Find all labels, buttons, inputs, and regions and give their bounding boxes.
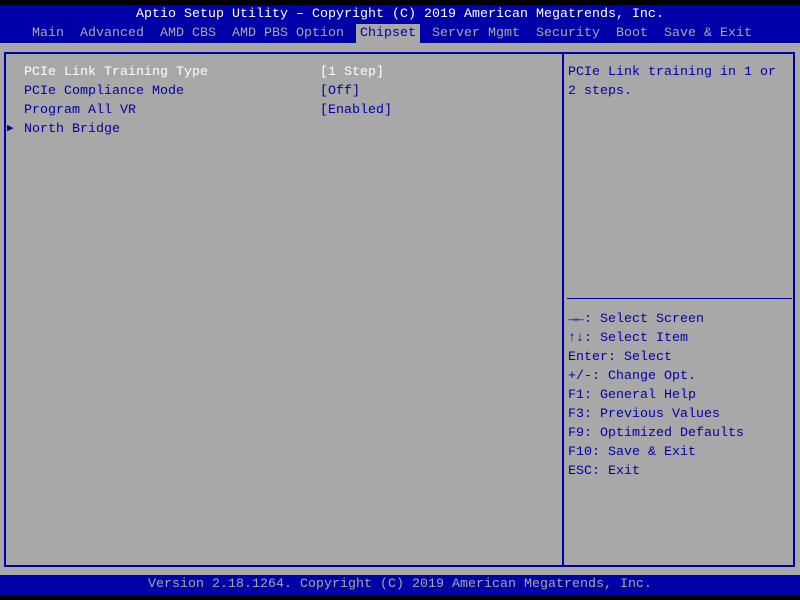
setting-pcie-compliance-mode[interactable]: PCIe Compliance Mode	[24, 82, 184, 101]
tab-amd-cbs[interactable]: AMD CBS	[160, 24, 216, 43]
key-help-select-item: ↑↓: Select Item	[568, 331, 688, 346]
submenu-north-bridge[interactable]: North Bridge	[24, 120, 120, 139]
key-help-f1: F1: General Help	[568, 388, 696, 403]
setting-value-program-all-vr[interactable]: [Enabled]	[320, 101, 392, 120]
tab-boot[interactable]: Boot	[616, 24, 648, 43]
footer-version: Version 2.18.1264. Copyright (C) 2019 Am…	[0, 575, 800, 595]
key-help-f3: F3: Previous Values	[568, 407, 720, 422]
setting-program-all-vr[interactable]: Program All VR	[24, 101, 136, 120]
key-help-enter: Enter: Select	[568, 350, 672, 365]
setting-value-pcie-link-training-type[interactable]: [1 Step]	[320, 63, 384, 82]
triangle-right-icon: ▶	[7, 123, 14, 135]
tab-server-mgmt[interactable]: Server Mgmt	[432, 24, 520, 43]
tab-security[interactable]: Security	[536, 24, 600, 43]
key-help-esc: ESC: Exit	[568, 464, 640, 479]
tab-advanced[interactable]: Advanced	[80, 24, 144, 43]
key-help-select-screen: →←: Select Screen	[568, 312, 704, 327]
window-title: Aptio Setup Utility – Copyright (C) 2019…	[0, 5, 800, 24]
tab-bar: Main Advanced AMD CBS AMD PBS Option Chi…	[0, 24, 800, 43]
panel-divider	[562, 52, 564, 567]
setting-value-pcie-compliance-mode[interactable]: [Off]	[320, 82, 360, 101]
setting-pcie-link-training-type[interactable]: PCIe Link Training Type	[24, 63, 208, 82]
key-help-change-opt: +/-: Change Opt.	[568, 369, 696, 384]
tab-chipset[interactable]: Chipset	[356, 24, 420, 43]
key-help-f9: F9: Optimized Defaults	[568, 426, 744, 441]
key-help-f10: F10: Save & Exit	[568, 445, 696, 460]
tab-main[interactable]: Main	[32, 24, 64, 43]
help-divider	[567, 298, 792, 299]
help-text-line: PCIe Link training in 1 or	[568, 65, 776, 80]
help-text-line: 2 steps.	[568, 84, 632, 99]
tab-save-exit[interactable]: Save & Exit	[664, 24, 752, 43]
tab-amd-pbs-option[interactable]: AMD PBS Option	[232, 24, 344, 43]
